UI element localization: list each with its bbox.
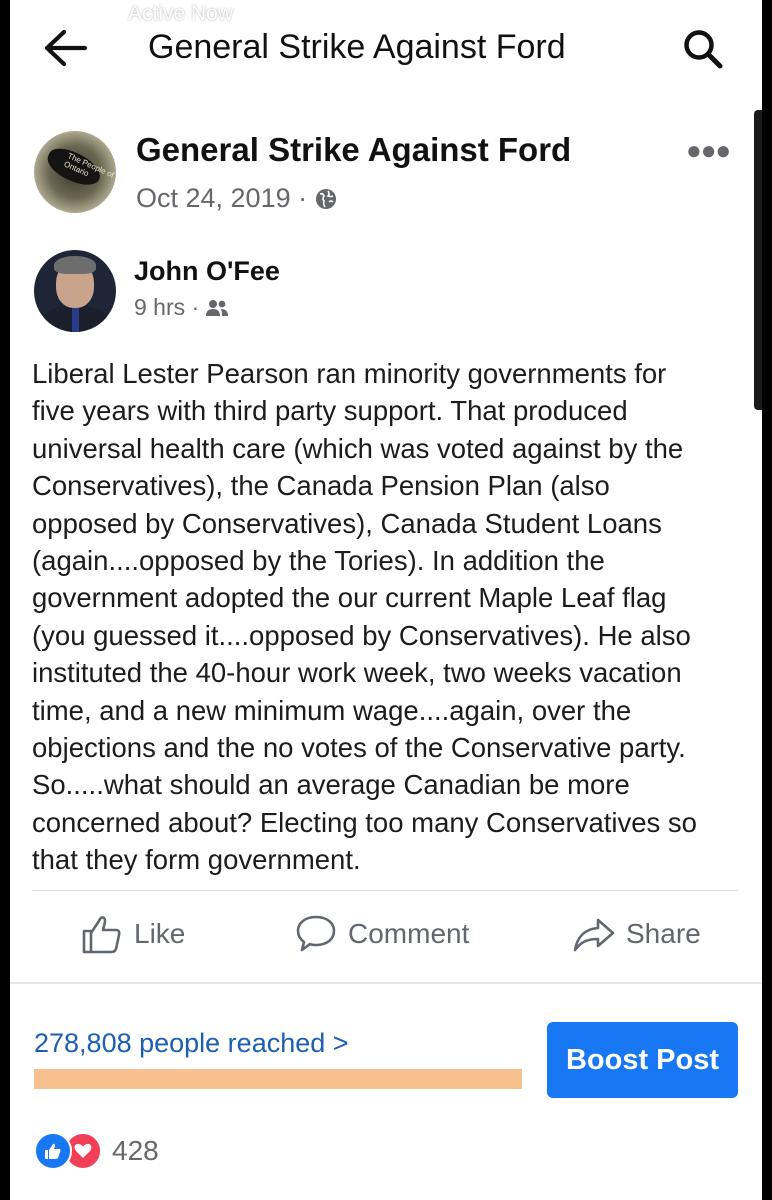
author-avatar[interactable] <box>34 250 116 332</box>
page-avatar[interactable]: The People of Ontario <box>34 131 116 213</box>
reaction-count: 428 <box>112 1135 159 1166</box>
post-body-line: government adopted the our current Maple… <box>32 582 667 614</box>
author-row: John O'Fee 9 hrs · <box>10 246 762 336</box>
app-bar: General Strike Against Ford <box>10 18 762 78</box>
post-body-line: instituted the 40-hour work week, two we… <box>32 657 682 689</box>
page-meta: Oct 24, 2019 · <box>136 183 337 214</box>
divider <box>10 982 762 984</box>
page-header: The People of Ontario General Strike Aga… <box>10 125 762 225</box>
post-date: Oct 24, 2019 · <box>136 183 308 213</box>
post-body-line: that they form government. <box>32 844 361 876</box>
post-body-line: opposed by Conservatives), Canada Studen… <box>32 507 662 539</box>
divider <box>32 890 738 891</box>
friends-icon <box>206 299 229 316</box>
more-options-icon[interactable]: ●●● <box>686 135 731 166</box>
avatar-hair <box>54 256 96 274</box>
comment-button[interactable]: Comment <box>294 912 469 956</box>
page-name[interactable]: General Strike Against Ford <box>136 131 571 169</box>
post-body-line: time, and a new minimum wage....again, o… <box>32 694 632 726</box>
post-actions: Like Comment Share <box>10 912 762 968</box>
author-meta: 9 hrs · <box>134 294 229 321</box>
post-body-line: (again....opposed by the Tories). In add… <box>32 545 605 577</box>
globe-icon <box>316 188 337 209</box>
like-label: Like <box>134 918 186 949</box>
post-body-line: universal health care (which was voted a… <box>32 432 684 464</box>
author-name[interactable]: John O'Fee <box>134 256 280 287</box>
comment-label: Comment <box>348 918 470 949</box>
comment-bubble-icon <box>296 915 336 952</box>
post-body-line: five years with third party support. Tha… <box>32 395 628 427</box>
post-body: Liberal Lester Pearson ran minority gove… <box>32 355 744 879</box>
like-button[interactable]: Like <box>80 912 185 956</box>
post-body-line: So.....what should an average Canadian b… <box>32 769 630 801</box>
boost-post-button[interactable]: Boost Post <box>547 1022 738 1098</box>
reach-progress-fill <box>34 1069 522 1089</box>
like-reaction-icon <box>34 1132 72 1170</box>
thumbs-up-icon <box>82 916 121 954</box>
reach-progress-bar <box>34 1069 522 1089</box>
share-label: Share <box>626 918 701 949</box>
post-screen: Active Now General Strike Against Ford T… <box>10 0 762 1200</box>
post-time: 9 hrs · <box>134 294 200 320</box>
share-button[interactable]: Share <box>572 912 701 956</box>
app-bar-title: General Strike Against Ford <box>148 28 566 66</box>
post-body-line: Conservatives), the Canada Pension Plan … <box>32 470 610 502</box>
search-icon[interactable] <box>680 26 726 72</box>
share-arrow-icon <box>573 918 615 952</box>
reactions-summary[interactable]: 428 <box>34 1132 159 1170</box>
people-reached-link[interactable]: 278,808 people reached > <box>34 1028 349 1059</box>
avatar-tie <box>72 308 79 332</box>
post-body-line: (you guessed it....opposed by Conservati… <box>32 619 691 651</box>
post-body-line: Liberal Lester Pearson ran minority gove… <box>32 358 667 389</box>
back-arrow-icon[interactable] <box>42 28 88 68</box>
post-body-line: objections and the no votes of the Conse… <box>32 732 686 764</box>
post-body-line: concerned about? Electing too many Conse… <box>32 806 697 838</box>
